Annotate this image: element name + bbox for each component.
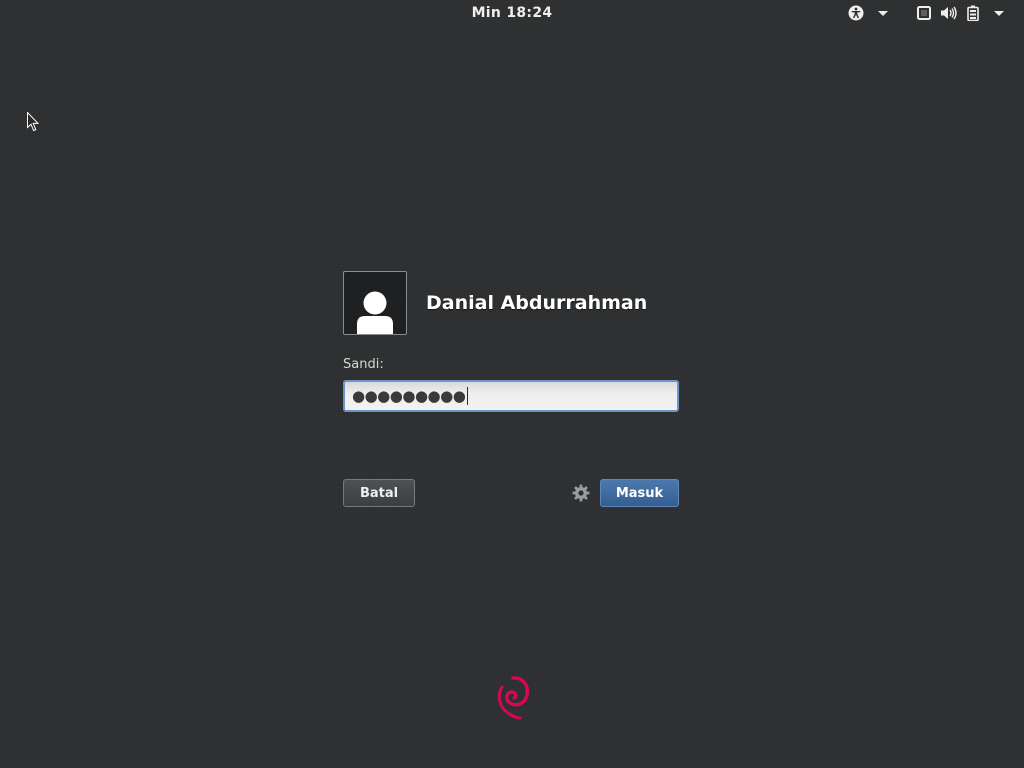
chevron-down-icon [878, 10, 888, 16]
password-field[interactable]: ●●●●●●●●● [343, 380, 679, 412]
button-row: Batal Masuk [343, 479, 679, 507]
user-name: Danial Abdurrahman [426, 292, 648, 314]
accessibility-icon [848, 5, 864, 21]
login-dialog: Danial Abdurrahman Sandi: ●●●●●●●●● Bata… [343, 271, 679, 507]
accessibility-menu[interactable] [848, 4, 888, 22]
volume-icon [940, 5, 958, 21]
debian-logo [491, 673, 533, 725]
screen-icon [916, 5, 932, 21]
gear-icon[interactable] [572, 484, 590, 502]
avatar [343, 271, 407, 335]
system-menu[interactable] [916, 4, 1004, 22]
sign-in-button[interactable]: Masuk [600, 479, 679, 507]
top-bar: Min 18:24 [0, 0, 1024, 27]
password-label: Sandi: [343, 357, 384, 372]
text-cursor [467, 387, 469, 405]
chevron-down-icon [994, 10, 1004, 16]
user-row: Danial Abdurrahman [343, 271, 679, 335]
battery-icon [966, 5, 980, 21]
user-icon [357, 291, 393, 334]
password-value: ●●●●●●●●● [352, 387, 466, 405]
cancel-button[interactable]: Batal [343, 479, 415, 507]
mouse-pointer-icon [27, 111, 40, 136]
